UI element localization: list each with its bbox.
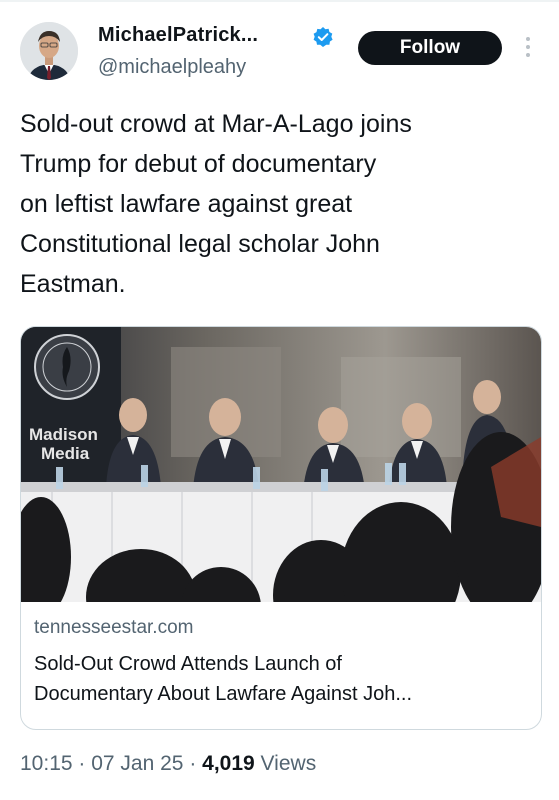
more-options-icon[interactable] <box>524 37 532 59</box>
views-label: Views <box>254 752 317 775</box>
banner-text-line2: Media <box>41 444 90 463</box>
link-preview-card[interactable]: Madison Media tennesseestar.com Sold-Out… <box>20 326 542 730</box>
tweet-time[interactable]: 10:15 <box>20 752 73 775</box>
card-title: Sold-Out Crowd Attends Launch of Documen… <box>34 649 534 709</box>
tweet-date[interactable]: 07 Jan 25 <box>91 752 183 775</box>
avatar[interactable] <box>20 22 78 80</box>
tweet-metadata: 10:15 · 07 Jan 25 · 4,019 Views <box>20 752 316 776</box>
card-domain: tennesseestar.com <box>34 617 194 638</box>
card-title-line1: Sold-Out Crowd Attends Launch of <box>34 653 342 675</box>
card-title-line2: Documentary About Lawfare Against Joh... <box>34 683 412 705</box>
views-count: 4,019 <box>202 752 255 775</box>
meta-separator: · <box>72 752 92 775</box>
meta-separator: · <box>183 752 203 775</box>
user-handle[interactable]: @michaelpleahy <box>98 56 246 79</box>
top-divider <box>0 0 559 2</box>
card-image: Madison Media <box>21 327 541 602</box>
display-name[interactable]: MichaelPatrick... <box>98 24 258 47</box>
avatar-photo <box>20 22 78 80</box>
verified-badge-icon <box>313 27 333 47</box>
tweet-text: Sold-out crowd at Mar-A-Lago joins Trump… <box>20 110 412 298</box>
follow-button[interactable]: Follow <box>358 31 502 65</box>
banner-text-line1: Madison <box>29 425 98 444</box>
